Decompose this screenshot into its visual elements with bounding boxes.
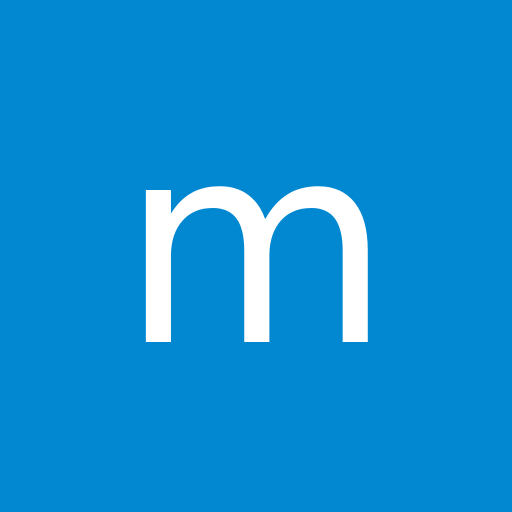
avatar: m — [0, 0, 512, 512]
avatar-initial: m — [120, 84, 392, 408]
